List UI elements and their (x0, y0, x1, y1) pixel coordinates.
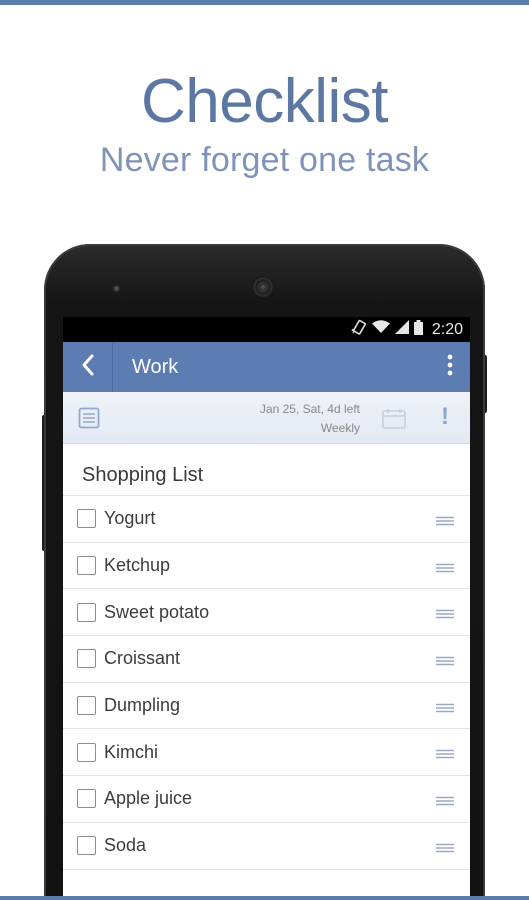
list-item[interactable]: Ketchup (63, 541, 470, 589)
app-bar: Work (63, 342, 470, 392)
promo-title: Checklist (140, 67, 389, 136)
item-label: Yogurt (104, 508, 156, 529)
item-checkbox[interactable] (77, 509, 96, 529)
list-item[interactable]: Croissant (63, 635, 470, 682)
top-accent-stripe (0, 0, 529, 5)
list-title: Shopping List (82, 464, 204, 486)
list-item[interactable]: Yogurt (63, 495, 470, 542)
repeat-text[interactable]: Weekly (321, 421, 360, 435)
item-checkbox[interactable] (77, 602, 96, 622)
signal-icon (394, 320, 409, 339)
checklist: Yogurt Ketchup Sweet potato Croissant Dumpli… (63, 495, 470, 870)
front-camera (112, 284, 121, 293)
drag-handle-icon[interactable] (436, 840, 454, 858)
back-button[interactable] (63, 342, 113, 392)
promo-subtitle: Never forget one task (99, 141, 430, 179)
item-label: Soda (104, 835, 147, 856)
list-item[interactable]: Apple juice (63, 775, 470, 822)
list-item[interactable]: Kimchi (63, 728, 470, 775)
drag-handle-icon[interactable] (436, 746, 454, 764)
overflow-menu-icon (447, 354, 453, 381)
note-list-icon[interactable] (78, 407, 100, 434)
item-checkbox[interactable] (77, 696, 96, 716)
phone-screen: 2:20 Work Jan 25, Sat, 4d left Weekly ! … (63, 317, 470, 900)
item-checkbox[interactable] (77, 649, 96, 669)
item-label: Kimchi (104, 741, 159, 762)
bottom-accent-stripe (0, 896, 529, 900)
status-time: 2:20 (431, 320, 463, 338)
vibrate-icon (351, 319, 367, 340)
item-label: Croissant (104, 648, 181, 669)
drag-handle-icon[interactable] (436, 793, 454, 811)
screen-title: Work (132, 355, 179, 378)
priority-icon[interactable]: ! (441, 403, 449, 431)
item-label: Ketchup (104, 555, 171, 576)
drag-handle-icon[interactable] (436, 653, 454, 671)
item-label: Apple juice (104, 788, 193, 809)
list-divider (63, 868, 470, 870)
calendar-icon[interactable] (382, 409, 406, 434)
list-item[interactable]: Dumpling (63, 681, 470, 729)
drag-handle-icon[interactable] (436, 700, 454, 718)
list-item[interactable]: Sweet potato (63, 588, 470, 635)
item-checkbox[interactable] (77, 556, 96, 576)
overflow-menu-button[interactable] (430, 342, 470, 392)
drag-handle-icon[interactable] (436, 606, 454, 624)
list-item[interactable]: Soda (63, 821, 470, 869)
item-checkbox[interactable] (77, 836, 96, 856)
chevron-left-icon (81, 354, 95, 381)
item-label: Sweet potato (104, 601, 210, 622)
item-label: Dumpling (104, 695, 181, 716)
battery-icon (413, 319, 423, 340)
status-bar: 2:20 (63, 317, 470, 342)
earpiece-speaker (252, 276, 274, 298)
wifi-icon (371, 320, 390, 339)
item-checkbox[interactable] (77, 789, 96, 809)
drag-handle-icon[interactable] (436, 513, 454, 531)
due-date-text[interactable]: Jan 25, Sat, 4d left (260, 402, 360, 416)
task-info-bar: Jan 25, Sat, 4d left Weekly ! (63, 392, 470, 444)
drag-handle-icon[interactable] (436, 560, 454, 578)
item-checkbox[interactable] (77, 742, 96, 762)
